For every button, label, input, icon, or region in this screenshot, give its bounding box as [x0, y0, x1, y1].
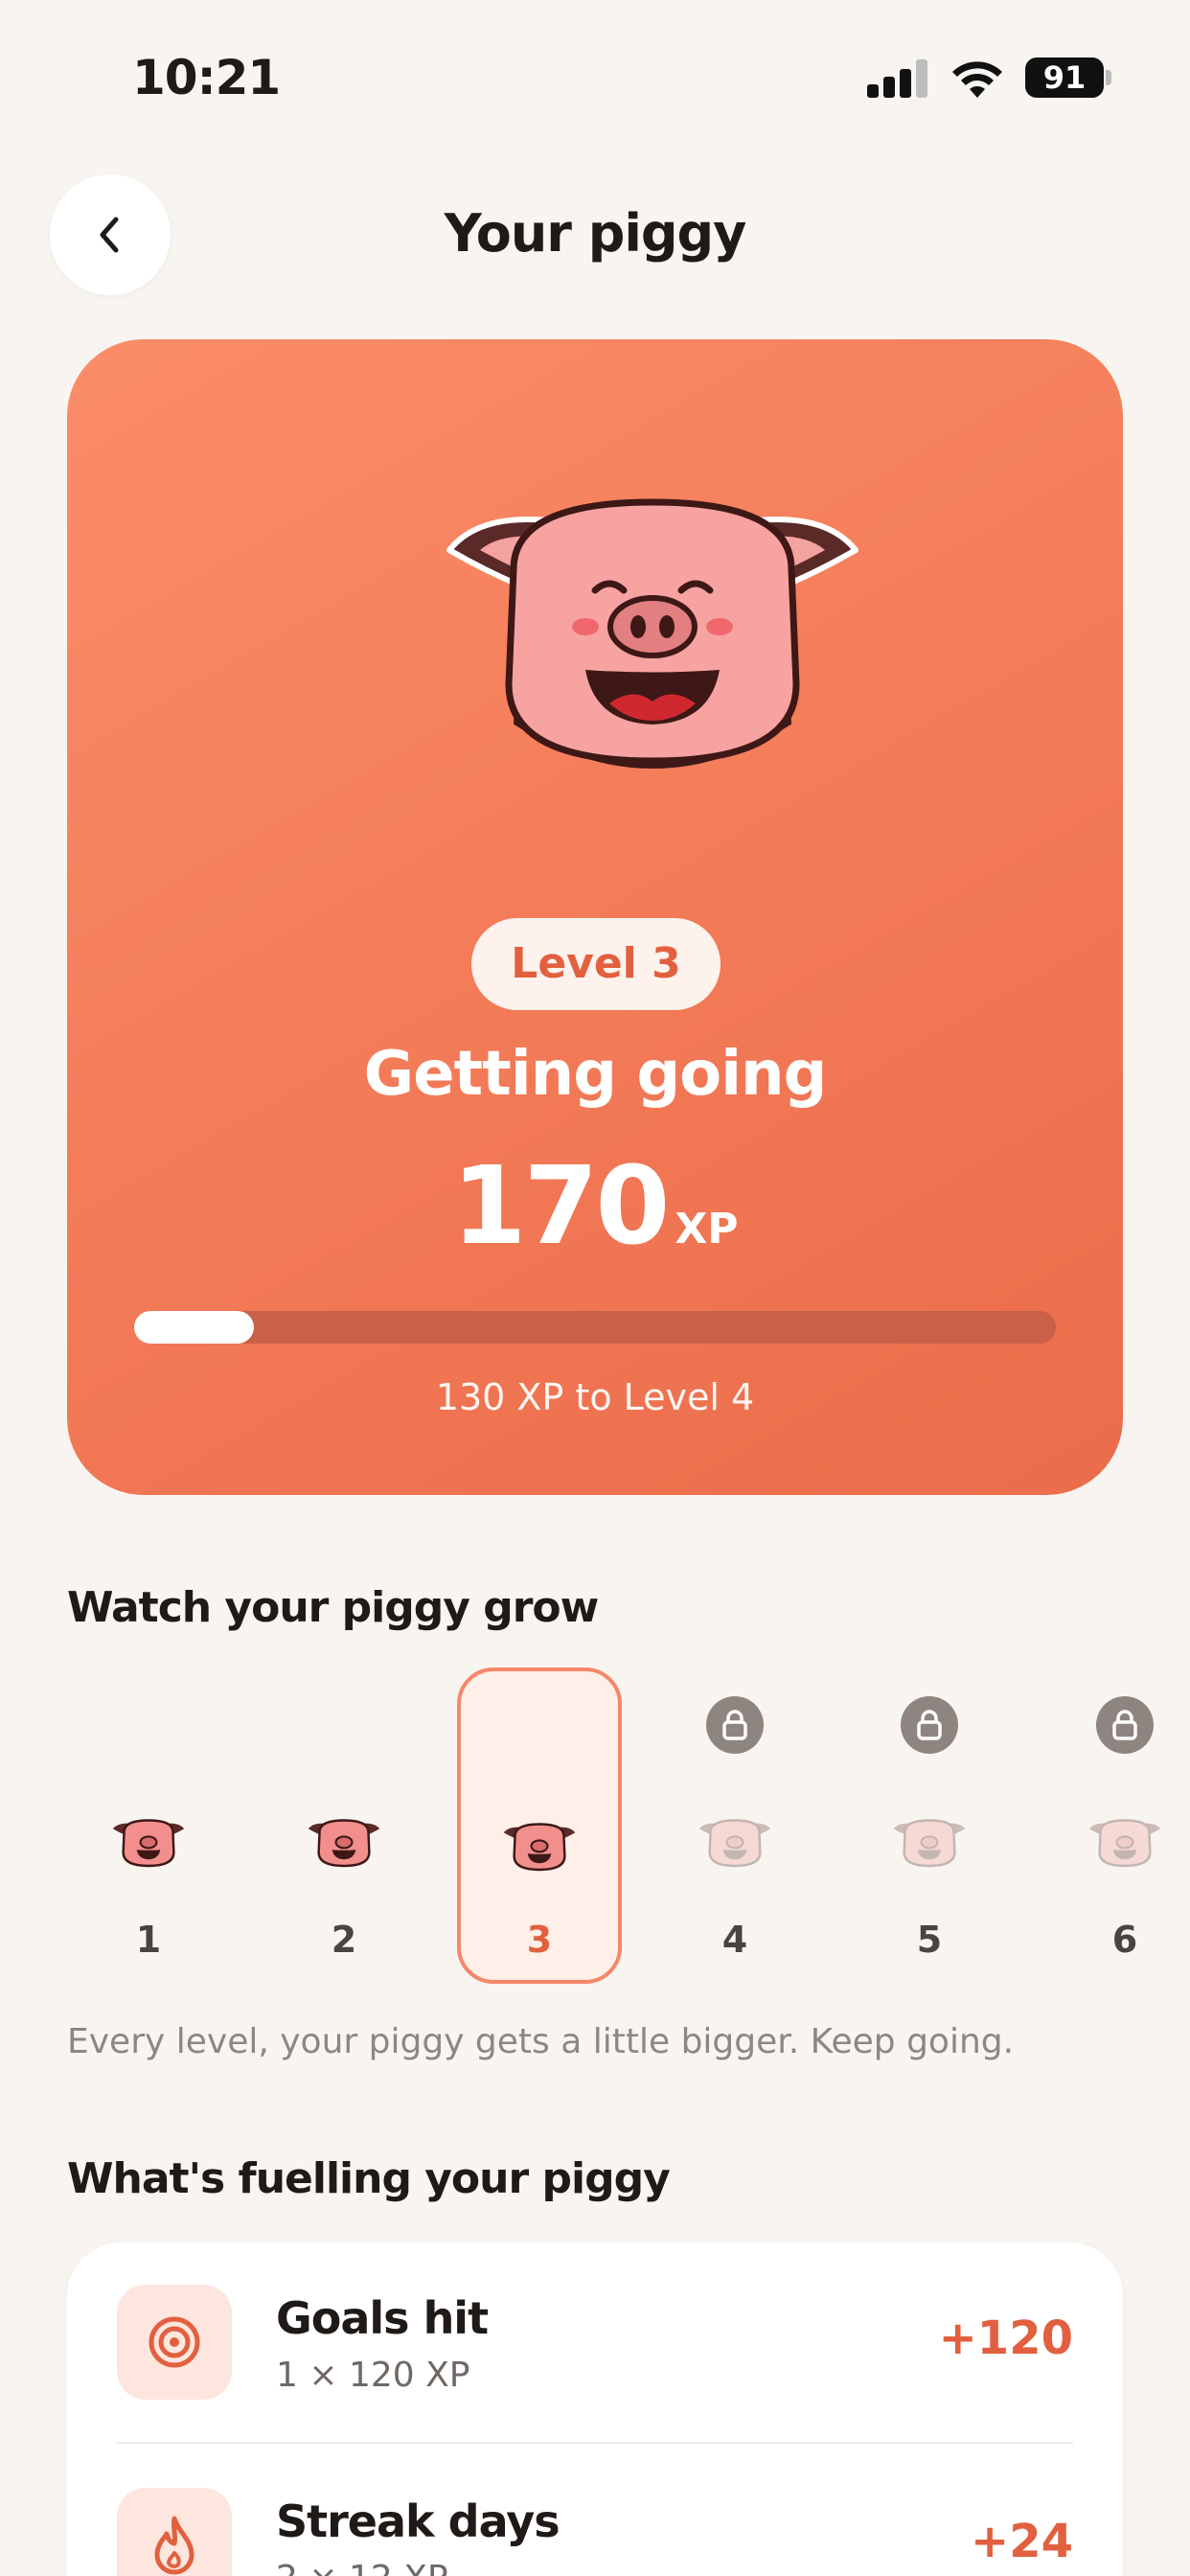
level-item-4[interactable]: 4 [652, 1668, 817, 1984]
pig-avatar-icon [446, 498, 858, 769]
xp-sources-card: Goals hit 1 × 120 XP +120 Streak days 2 … [67, 2242, 1123, 2576]
pig-level-icon [501, 1821, 578, 1880]
xp-source-detail: 2 × 12 XP [276, 2559, 448, 2576]
level-number: 1 [135, 1919, 162, 1961]
growth-caption: Every level, your piggy gets a little bi… [67, 2022, 1015, 2061]
xp-progress-bar [134, 1311, 1056, 1344]
battery-level: 91 [1025, 58, 1104, 98]
xp-source-row[interactable]: Streak days 2 × 12 XP +24 [67, 2446, 1123, 2576]
level-name: Getting going [363, 1039, 828, 1110]
pig-level-icon [1087, 1817, 1163, 1876]
lock-icon [901, 1696, 958, 1754]
lock-icon [1096, 1696, 1154, 1754]
growth-section-title: Watch your piggy grow [67, 1583, 599, 1632]
battery-icon: 91 [1025, 58, 1111, 98]
status-bar: 10:21 91 [0, 0, 1190, 153]
xp-unit: XP [675, 1205, 739, 1254]
xp-source-detail: 1 × 120 XP [276, 2356, 470, 2395]
level-number: 5 [916, 1919, 943, 1961]
level-number: 4 [721, 1919, 748, 1961]
pig-level-icon [891, 1817, 968, 1876]
level-number: 6 [1111, 1919, 1138, 1961]
xp-value: 170 [451, 1144, 671, 1269]
flame-icon [117, 2488, 232, 2576]
level-item-5[interactable]: 5 [847, 1668, 1012, 1984]
piggy-hero-card: Level 3 Getting going 170 XP 130 XP to Le… [67, 339, 1123, 1495]
wifi-icon [952, 61, 1002, 98]
level-number: 2 [331, 1919, 357, 1961]
level-item-3[interactable]: 3 [457, 1668, 622, 1984]
level-number: 3 [526, 1919, 553, 1961]
xp-source-title: Streak days [276, 2496, 561, 2547]
pig-level-icon [697, 1817, 773, 1876]
xp-source-row[interactable]: Goals hit 1 × 120 XP +120 [67, 2242, 1123, 2444]
level-item-1[interactable]: 1 [66, 1668, 231, 1984]
lock-icon [706, 1696, 764, 1754]
status-time: 10:21 [132, 50, 281, 105]
xp-progress-fill [134, 1311, 255, 1344]
page-title: Your piggy [444, 203, 747, 264]
xp-total: 170 XP [67, 1144, 1123, 1269]
xp-to-next-level: 130 XP to Level 4 [435, 1376, 755, 1418]
fuel-section-title: What's fuelling your piggy [67, 2154, 671, 2203]
pig-level-icon [110, 1817, 187, 1876]
cellular-signal-icon [867, 59, 930, 98]
xp-source-title: Goals hit [276, 2292, 489, 2344]
pig-level-icon [306, 1817, 382, 1876]
level-progression-row: 1 2 3 4 5 6 [0, 1668, 1190, 1993]
level-item-2[interactable]: 2 [262, 1668, 426, 1984]
xp-source-points: +120 [938, 2312, 1073, 2365]
target-icon [117, 2285, 232, 2400]
xp-source-points: +24 [970, 2515, 1073, 2568]
level-badge: Level 3 [471, 918, 721, 1010]
level-item-6[interactable]: 6 [1042, 1668, 1190, 1984]
divider [117, 2442, 1073, 2444]
